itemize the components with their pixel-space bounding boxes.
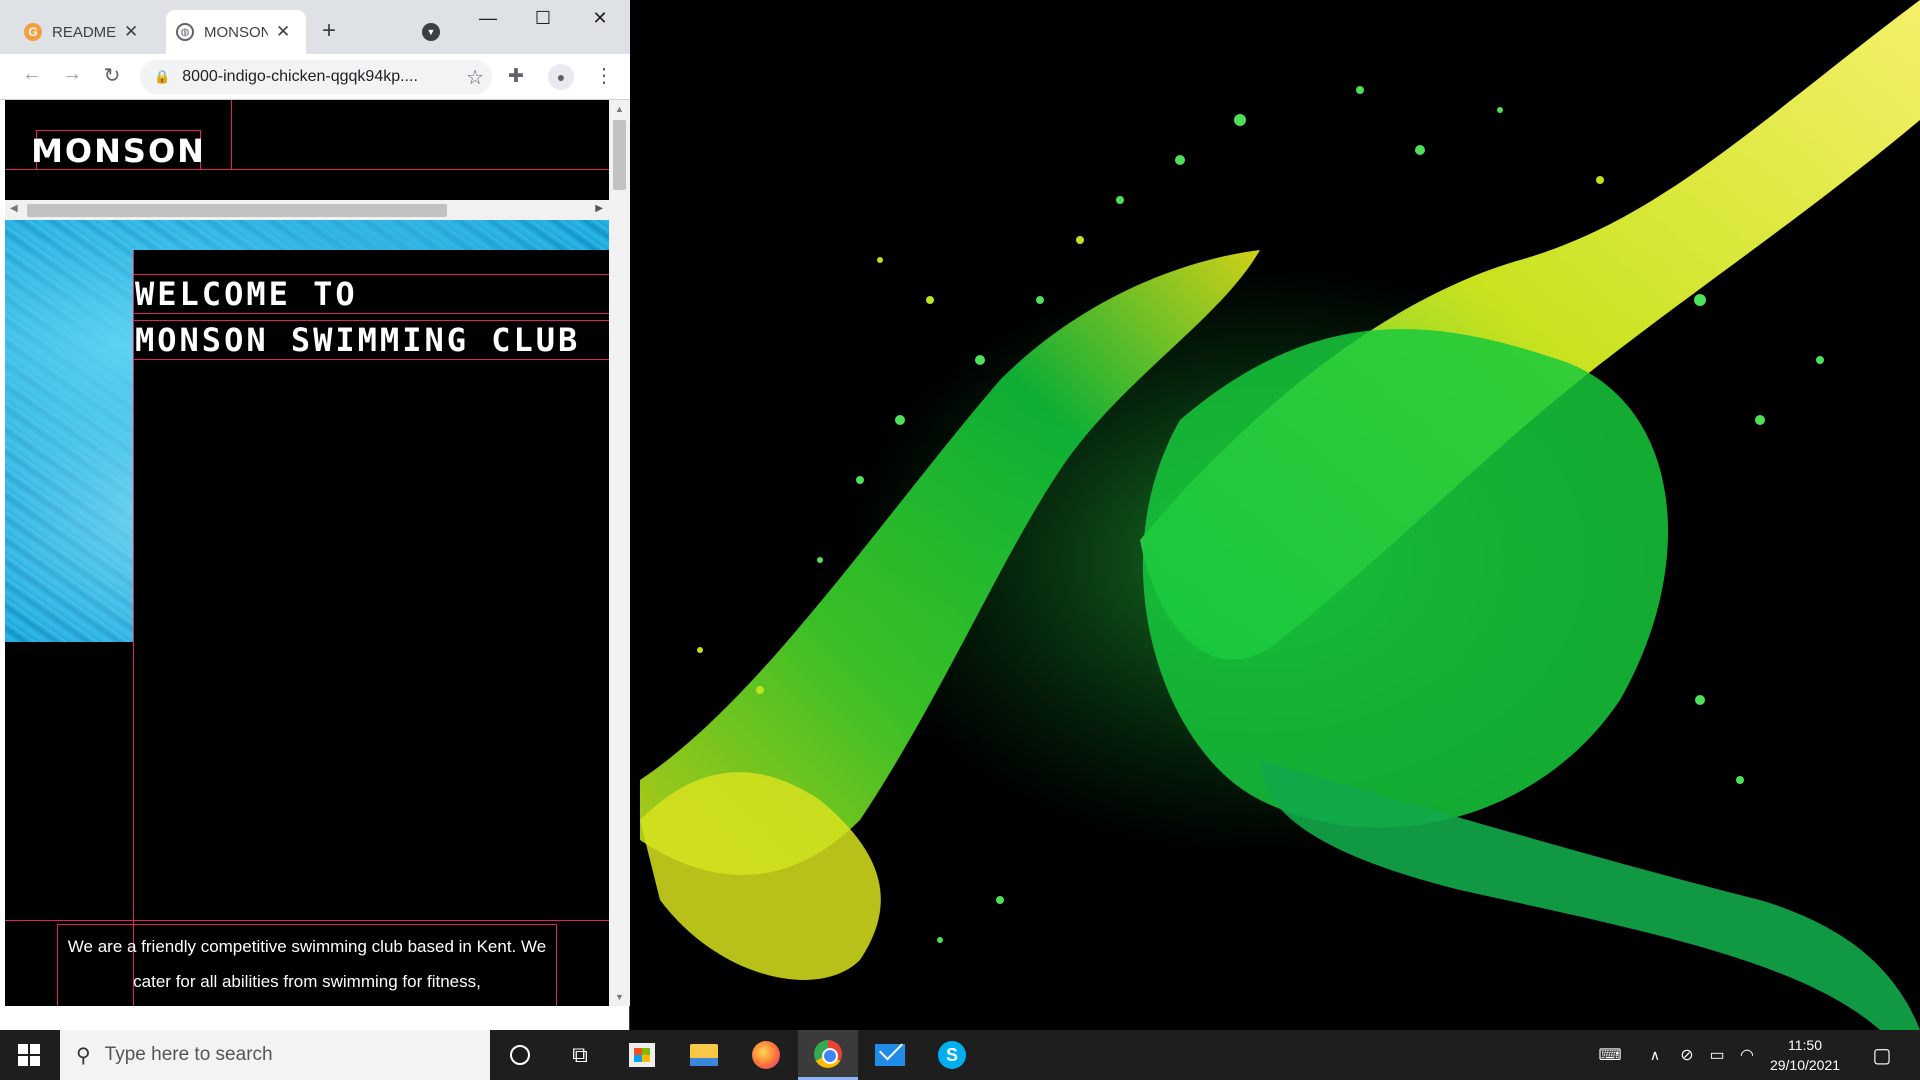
chevron-up-icon[interactable]: ∧: [1640, 1030, 1670, 1080]
scroll-right-arrow-icon[interactable]: ▶: [595, 203, 603, 214]
battery-icon[interactable]: ▭: [1702, 1030, 1732, 1080]
minimize-button[interactable]: —: [468, 8, 508, 29]
touch-keyboard-icon[interactable]: ⌨: [1590, 1030, 1630, 1080]
chrome-browser-window: G README ✕ ◍ MONSON ✕ + ▼ — ☐ ✕ ← → ↻ 🔒 …: [0, 0, 630, 1030]
firefox-icon[interactable]: [736, 1030, 796, 1080]
start-button[interactable]: [0, 1030, 58, 1080]
mail-icon[interactable]: [860, 1030, 920, 1080]
tab-readme[interactable]: G README ✕: [14, 10, 164, 54]
page-viewport: MONSON ◀ ▶ WELCOME TO MONSON SWIMMING CL…: [5, 100, 609, 1006]
maximize-button[interactable]: ☐: [523, 8, 563, 29]
logo-text: MONSON: [31, 131, 206, 170]
windows-logo-icon: [18, 1044, 40, 1066]
scroll-left-arrow-icon[interactable]: ◀: [10, 203, 18, 214]
bookmark-star-icon[interactable]: ☆: [466, 65, 484, 90]
close-window-button[interactable]: ✕: [580, 8, 620, 29]
wifi-icon[interactable]: ◠: [1732, 1030, 1762, 1080]
vertical-scrollbar[interactable]: ▲ ▼: [609, 100, 630, 1006]
url-text[interactable]: 8000-indigo-chicken-qgqk94kp....: [182, 68, 462, 86]
extensions-puzzle-icon[interactable]: ✚: [508, 65, 524, 88]
site-logo[interactable]: MONSON: [31, 130, 204, 170]
forward-icon[interactable]: →: [58, 63, 86, 86]
new-tab-button[interactable]: +: [322, 17, 336, 45]
notifications-icon[interactable]: ▢: [1862, 1030, 1902, 1080]
windows-taskbar: ⚲ Type here to search ⧉ S ⌨ ∧ ⊘ ▭ ◠ 11:5…: [0, 1030, 1920, 1080]
header-divider: [231, 100, 232, 170]
cortana-icon[interactable]: [490, 1030, 550, 1080]
tab-strip: G README ✕ ◍ MONSON ✕ + ▼ — ☐ ✕: [0, 0, 630, 54]
skype-icon[interactable]: S: [922, 1030, 982, 1080]
browser-toolbar: ← → ↻ 🔒 8000-indigo-chicken-qgqk94kp....…: [0, 54, 630, 100]
scroll-up-arrow-icon[interactable]: ▲: [615, 104, 624, 114]
intro-section: We are a friendly competitive swimming c…: [5, 920, 609, 1006]
tab-title: README: [52, 23, 116, 41]
hero-heading-line-2: MONSON SWIMMING CLUB: [133, 320, 609, 360]
task-view-icon[interactable]: ⧉: [550, 1030, 610, 1080]
lock-icon[interactable]: 🔒: [154, 69, 170, 85]
horizontal-scroll-thumb[interactable]: [27, 204, 447, 217]
chrome-icon[interactable]: [798, 1030, 858, 1080]
network-disconnected-icon[interactable]: ⊘: [1672, 1030, 1702, 1080]
profile-avatar-icon[interactable]: ●: [548, 64, 574, 90]
clock-time: 11:50: [1788, 1037, 1822, 1053]
vertical-scroll-thumb[interactable]: [613, 120, 626, 190]
search-icon: ⚲: [76, 1044, 91, 1067]
taskbar-search-box[interactable]: ⚲ Type here to search: [60, 1030, 490, 1080]
back-icon[interactable]: ←: [18, 63, 46, 86]
horizontal-scrollbar[interactable]: ◀ ▶: [5, 200, 609, 220]
kebab-menu-icon[interactable]: ⋮: [594, 63, 614, 88]
hero-title-frame: [133, 250, 609, 1006]
site-header: MONSON: [5, 100, 609, 170]
microsoft-store-icon[interactable]: [612, 1030, 672, 1080]
globe-icon: ◍: [176, 23, 194, 41]
reload-icon[interactable]: ↻: [98, 63, 126, 88]
clock-date: 29/10/2021: [1769, 1057, 1841, 1073]
tab-title: MONSON: [204, 23, 268, 41]
close-icon[interactable]: ✕: [124, 22, 138, 42]
close-icon[interactable]: ✕: [276, 22, 290, 42]
g-favicon-icon: G: [24, 23, 42, 41]
file-explorer-icon[interactable]: [674, 1030, 734, 1080]
search-placeholder: Type here to search: [104, 1044, 273, 1065]
intro-paragraph: We are a friendly competitive swimming c…: [57, 924, 557, 1006]
hero-heading-line-1: WELCOME TO: [133, 274, 609, 314]
tab-search-icon[interactable]: ▼: [422, 23, 440, 41]
address-bar[interactable]: 🔒 8000-indigo-chicken-qgqk94kp.... ☆: [140, 60, 492, 94]
scroll-down-arrow-icon[interactable]: ▼: [615, 992, 624, 1002]
tab-monson[interactable]: ◍ MONSON ✕: [166, 10, 306, 54]
system-clock[interactable]: 11:50 29/10/2021: [1762, 1035, 1848, 1075]
